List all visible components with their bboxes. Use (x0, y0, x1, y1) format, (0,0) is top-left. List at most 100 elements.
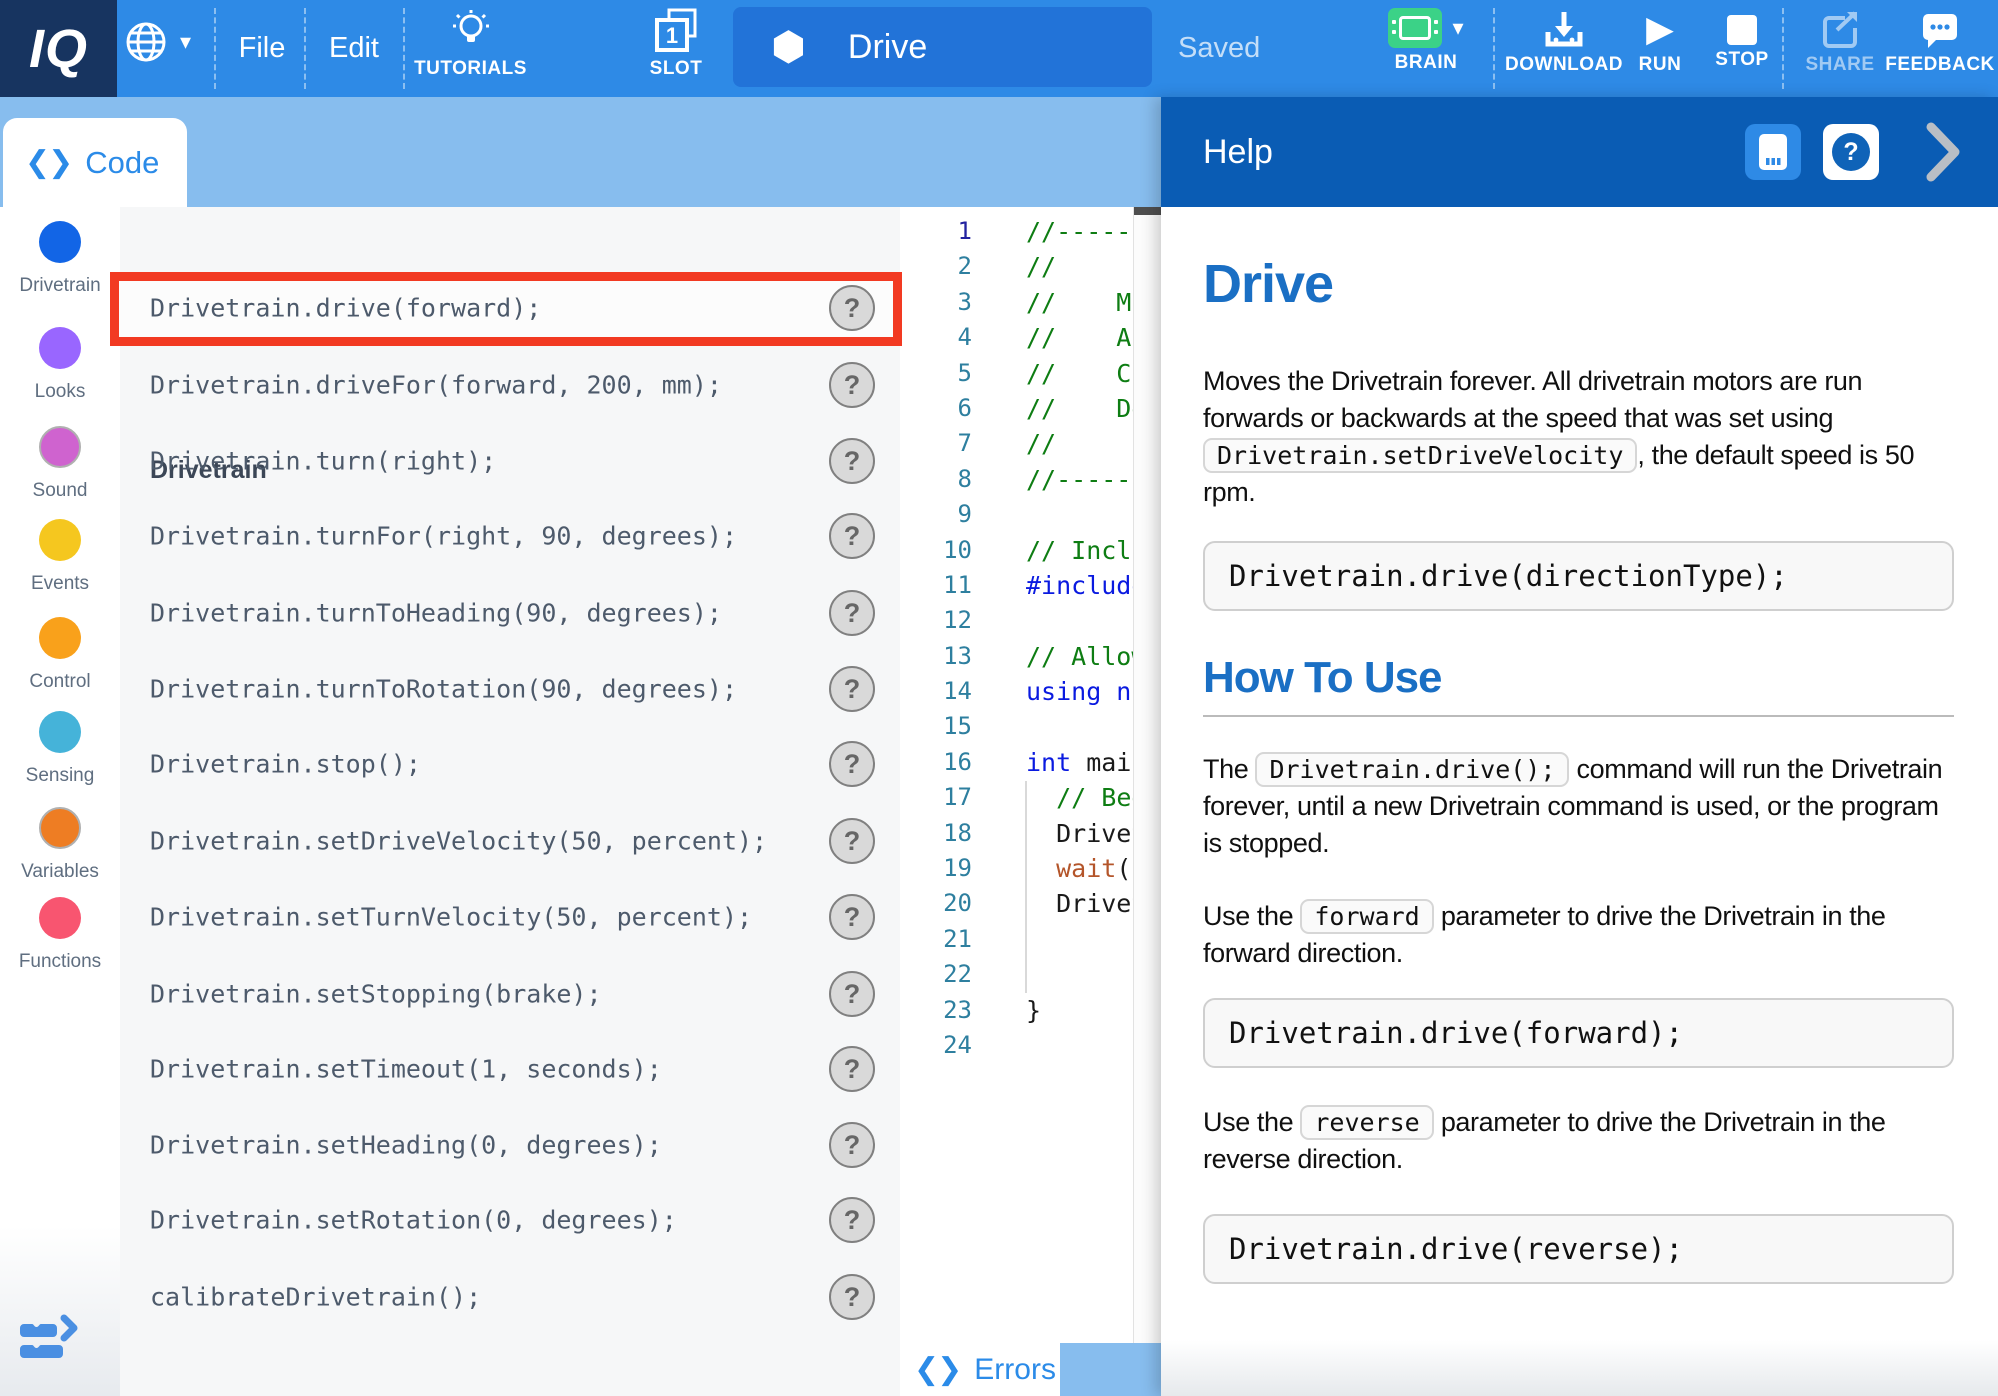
command-text[interactable]: Drivetrain.setDriveVelocity(50, percent)… (150, 827, 767, 856)
command-row[interactable]: Drivetrain.drive(forward);? (120, 280, 900, 336)
tutorials-button[interactable]: TUTORIALS (408, 8, 533, 80)
language-menu[interactable]: ▾ (122, 18, 191, 66)
share-button[interactable]: SHARE (1796, 10, 1884, 76)
code-line[interactable]: 8//---------------------------------- (900, 462, 1161, 497)
code-line[interactable]: 7// (900, 426, 1161, 461)
code-line[interactable]: 17 // Begi (900, 780, 1161, 815)
code-line[interactable]: 19 wait(2, (900, 851, 1161, 886)
help-divider (1203, 715, 1954, 717)
command-row[interactable]: Drivetrain.turnToHeading(90, degrees);? (120, 585, 900, 641)
command-row[interactable]: Drivetrain.turnToRotation(90, degrees);? (120, 661, 900, 717)
help-collapse-button[interactable] (1925, 121, 1961, 183)
help-brain-button[interactable] (1745, 124, 1801, 180)
blocks-view-toggle[interactable] (18, 1308, 80, 1366)
command-text[interactable]: Drivetrain.turnToHeading(90, degrees); (150, 599, 722, 628)
code-line[interactable]: 2// (900, 249, 1161, 284)
command-text[interactable]: Drivetrain.setHeading(0, degrees); (150, 1131, 662, 1160)
code-editor[interactable]: 1//----------------------------------2//… (900, 207, 1161, 1343)
code-line[interactable]: 10// Include (900, 533, 1161, 568)
sidebar-category-variables[interactable]: Variables (0, 807, 120, 883)
tab-errors[interactable]: ❮❯ Errors (900, 1343, 1060, 1396)
command-text[interactable]: Drivetrain.turnFor(right, 90, degrees); (150, 522, 737, 551)
code-line[interactable]: 22 (900, 957, 1161, 992)
command-text[interactable]: Drivetrain.driveFor(forward, 200, mm); (150, 371, 722, 400)
command-row[interactable]: calibrateDrivetrain();? (120, 1269, 900, 1325)
run-button[interactable]: ▶ RUN (1628, 10, 1692, 76)
code-line[interactable]: 6// Desc (900, 391, 1161, 426)
code-line[interactable]: 11#include " (900, 568, 1161, 603)
editor-scrollbar-thumb[interactable] (1134, 207, 1161, 215)
command-text[interactable]: Drivetrain.setRotation(0, degrees); (150, 1206, 677, 1235)
code-line[interactable]: 24 (900, 1028, 1161, 1063)
command-help-button[interactable]: ? (829, 971, 875, 1017)
code-line[interactable]: 16int main() (900, 745, 1161, 780)
slot-button[interactable]: 1 SLOT (626, 8, 726, 80)
command-text[interactable]: Drivetrain.turnToRotation(90, degrees); (150, 675, 737, 704)
command-row[interactable]: Drivetrain.stop();? (120, 736, 900, 792)
code-line[interactable]: 3// Modu (900, 285, 1161, 320)
command-text[interactable]: calibrateDrivetrain(); (150, 1283, 481, 1312)
brain-button[interactable]: ▾ BRAIN (1384, 8, 1468, 74)
file-menu[interactable]: File (232, 0, 292, 97)
download-button[interactable]: DOWNLOAD (1508, 10, 1620, 76)
code-line[interactable]: 5// Crea (900, 356, 1161, 391)
sidebar-category-looks[interactable]: Looks (0, 327, 120, 403)
project-name-button[interactable]: ⬢ Drive (733, 7, 1152, 87)
code-line[interactable]: 9 (900, 497, 1161, 532)
feedback-button[interactable]: FEEDBACK (1888, 10, 1992, 76)
code-line[interactable]: 15 (900, 709, 1161, 744)
command-help-button[interactable]: ? (829, 362, 875, 408)
sidebar-category-drivetrain[interactable]: Drivetrain (0, 221, 120, 297)
command-help-button[interactable]: ? (829, 513, 875, 559)
command-help-button[interactable]: ? (829, 438, 875, 484)
command-help-button[interactable]: ? (829, 741, 875, 787)
saved-status: Saved (1178, 0, 1260, 97)
tab-code[interactable]: ❮❯ Code (3, 118, 187, 207)
command-row[interactable]: Drivetrain.setRotation(0, degrees);? (120, 1192, 900, 1248)
command-help-button[interactable]: ? (829, 1197, 875, 1243)
editor-scrollbar[interactable] (1133, 207, 1161, 1343)
code-line[interactable]: 4// Auth (900, 320, 1161, 355)
stop-button[interactable]: STOP (1708, 10, 1776, 71)
command-row[interactable]: Drivetrain.setStopping(brake);? (120, 966, 900, 1022)
command-help-button[interactable]: ? (829, 894, 875, 940)
project-name: Drive (848, 28, 927, 67)
command-row[interactable]: Drivetrain.turnFor(right, 90, degrees);? (120, 508, 900, 564)
sidebar-category-events[interactable]: Events (0, 519, 120, 595)
command-help-button[interactable]: ? (829, 1046, 875, 1092)
help-question-button[interactable]: ? (1823, 124, 1879, 180)
command-help-button[interactable]: ? (829, 1274, 875, 1320)
command-text[interactable]: Drivetrain.drive(forward); (150, 294, 541, 323)
toolbar-divider (304, 8, 306, 89)
command-text[interactable]: Drivetrain.stop(); (150, 750, 421, 779)
code-line[interactable]: 13// Allows (900, 639, 1161, 674)
sidebar-category-functions[interactable]: Functions (0, 897, 120, 973)
sidebar-category-sensing[interactable]: Sensing (0, 711, 120, 787)
help-code-block-3: Drivetrain.drive(reverse); (1203, 1214, 1954, 1284)
code-line[interactable]: 12 (900, 603, 1161, 638)
command-help-button[interactable]: ? (829, 1122, 875, 1168)
command-help-button[interactable]: ? (829, 590, 875, 636)
command-help-button[interactable]: ? (829, 666, 875, 712)
code-line[interactable]: 21 (900, 922, 1161, 957)
code-line[interactable]: 1//---------------------------------- (900, 214, 1161, 249)
code-line[interactable]: 23} (900, 993, 1161, 1028)
sidebar-category-sound[interactable]: Sound (0, 426, 120, 502)
code-line[interactable]: 18 Drivetra (900, 816, 1161, 851)
command-text[interactable]: Drivetrain.setTurnVelocity(50, percent); (150, 903, 752, 932)
command-help-button[interactable]: ? (829, 285, 875, 331)
code-line[interactable]: 20 Drivetra (900, 886, 1161, 921)
command-row[interactable]: Drivetrain.turn(right);? (120, 433, 900, 489)
command-row[interactable]: Drivetrain.setHeading(0, degrees);? (120, 1117, 900, 1173)
command-row[interactable]: Drivetrain.setTimeout(1, seconds);? (120, 1041, 900, 1097)
command-help-button[interactable]: ? (829, 818, 875, 864)
command-text[interactable]: Drivetrain.setTimeout(1, seconds); (150, 1055, 662, 1084)
command-text[interactable]: Drivetrain.setStopping(brake); (150, 980, 602, 1009)
command-row[interactable]: Drivetrain.setDriveVelocity(50, percent)… (120, 813, 900, 869)
command-text[interactable]: Drivetrain.turn(right); (150, 447, 496, 476)
code-line[interactable]: 14using name (900, 674, 1161, 709)
edit-menu[interactable]: Edit (322, 0, 386, 97)
sidebar-category-control[interactable]: Control (0, 617, 120, 693)
command-row[interactable]: Drivetrain.driveFor(forward, 200, mm);? (120, 357, 900, 413)
command-row[interactable]: Drivetrain.setTurnVelocity(50, percent);… (120, 889, 900, 945)
